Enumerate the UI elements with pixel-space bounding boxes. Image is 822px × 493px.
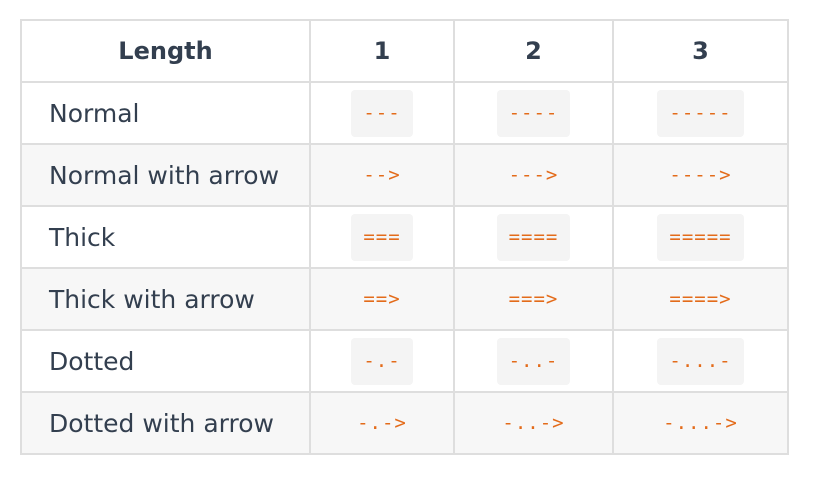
code-sample: -.- (351, 337, 413, 385)
table-row-thick: Thick === ==== ===== (20, 205, 789, 269)
link-length-table: Length 1 2 3 Normal --- ---- ----- Norma… (20, 19, 789, 455)
code-sample: ===> (508, 287, 559, 310)
code-sample: --> (363, 163, 401, 186)
table-row-normal: Normal --- ---- ----- (20, 81, 789, 145)
code-sample: ---> (508, 163, 559, 186)
link-length-table-container: Length 1 2 3 Normal --- ---- ----- Norma… (20, 19, 789, 468)
code-sample: -..- (496, 337, 571, 385)
header-length: Length (20, 19, 311, 83)
code-sample: ==> (363, 287, 401, 310)
table-row-normal-with-arrow: Normal with arrow --> ---> ----> (20, 143, 789, 207)
code-sample: === (351, 213, 413, 261)
code-sample: -...- (657, 337, 744, 385)
table-row-thick-with-arrow: Thick with arrow ==> ===> ====> (20, 267, 789, 331)
code-sample: ----> (669, 163, 732, 186)
table-header-row: Length 1 2 3 (20, 19, 789, 83)
header-length-1: 1 (309, 19, 455, 83)
code-sample: -.-> (357, 411, 407, 434)
code-sample: ===== (657, 213, 744, 261)
row-label: Thick with arrow (20, 267, 311, 331)
header-length-3: 3 (612, 19, 789, 83)
code-sample: ====> (669, 287, 732, 310)
code-sample: -...-> (663, 411, 738, 434)
row-label: Dotted (20, 329, 311, 393)
code-sample: ---- (496, 89, 571, 137)
code-sample: --- (351, 89, 413, 137)
header-length-2: 2 (453, 19, 614, 83)
code-sample: -..-> (502, 411, 565, 434)
row-label: Thick (20, 205, 311, 269)
row-label: Normal (20, 81, 311, 145)
row-label: Dotted with arrow (20, 391, 311, 455)
table-row-dotted-with-arrow: Dotted with arrow -.-> -..-> -...-> (20, 391, 789, 455)
table-row-dotted: Dotted -.- -..- -...- (20, 329, 789, 393)
row-label: Normal with arrow (20, 143, 311, 207)
code-sample: ==== (496, 213, 571, 261)
code-sample: ----- (657, 89, 744, 137)
